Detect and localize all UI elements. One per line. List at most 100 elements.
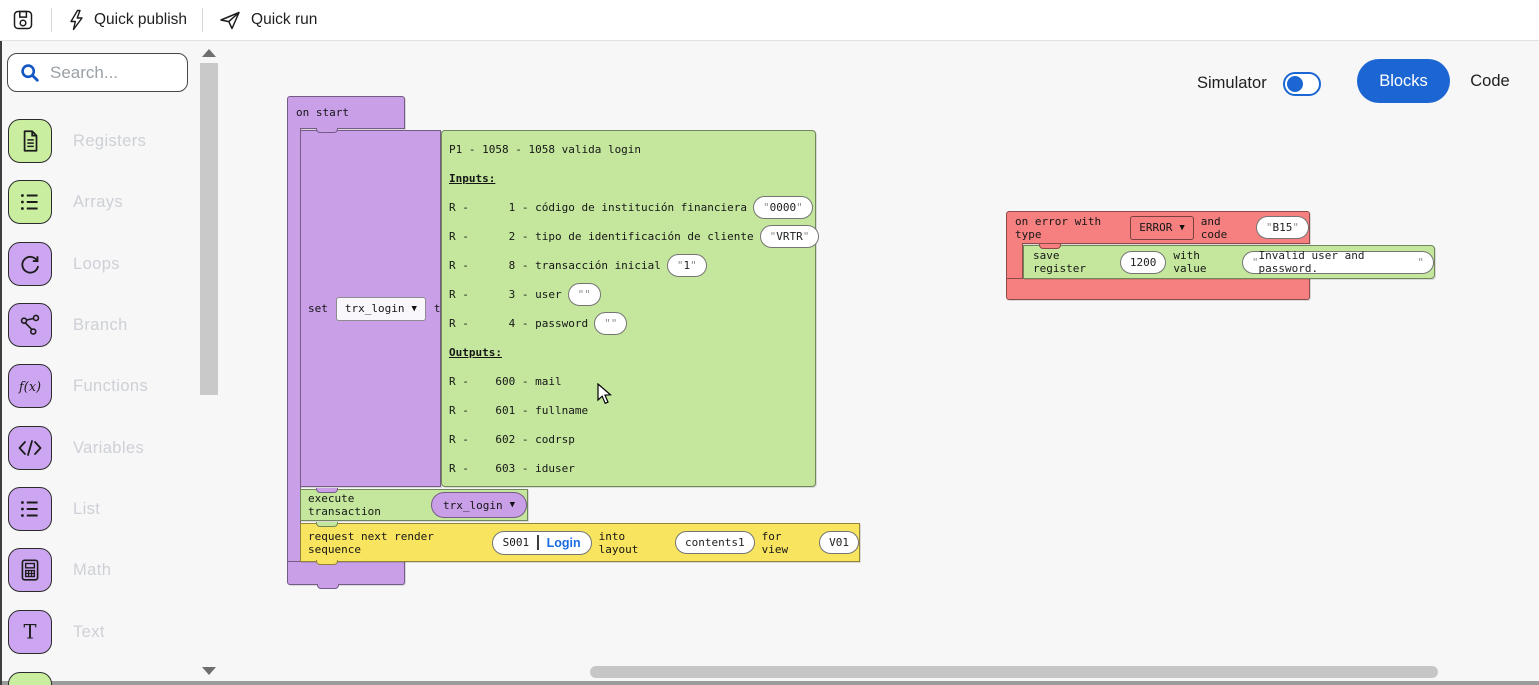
sequence-name: Login [547, 536, 581, 550]
sidebar-scroll-up-icon[interactable] [202, 49, 216, 57]
quick-publish-label: Quick publish [94, 11, 187, 29]
lightning-icon [67, 9, 85, 31]
on-error-block-spine[interactable] [1006, 243, 1023, 279]
sidebar-item-registers[interactable]: Registers [8, 119, 198, 163]
output-row: R - 600 - mail [449, 367, 815, 396]
quick-publish-button[interactable]: Quick publish [67, 9, 187, 31]
list-icon [17, 496, 43, 522]
sidebar-item-partial[interactable] [8, 672, 198, 685]
sidebar-item-label: Registers [73, 132, 146, 151]
input-value-pill[interactable]: VRTR [760, 225, 820, 248]
input-value-pill[interactable]: 1 [667, 254, 707, 277]
execute-transaction-label: execute transaction [308, 492, 423, 518]
register-value-pill[interactable]: Invalid user and password. [1242, 251, 1434, 274]
save-register-block[interactable]: save register 1200 with value Invalid us… [1023, 245, 1435, 279]
set-variable-value: trx_login [345, 302, 405, 315]
execute-transaction-dropdown[interactable]: trx_login ▼ [431, 492, 527, 518]
connector-tab [316, 488, 338, 493]
outputs-heading: Outputs: [449, 346, 502, 359]
canvas-horizontal-scrollbar[interactable] [590, 666, 1438, 678]
sidebar-item-variables[interactable]: Variables [8, 426, 198, 470]
execute-transaction-block[interactable]: execute transaction trx_login ▼ [300, 489, 528, 521]
input-row: R - 3 - user [449, 280, 815, 309]
input-value-pill[interactable] [568, 283, 601, 306]
request-render-block[interactable]: request next render sequence S001 Login … [300, 523, 860, 562]
set-keyword: set [308, 302, 328, 315]
top-toolbar: Quick publish Quick run [0, 0, 1539, 41]
register-number-pill[interactable]: 1200 [1120, 251, 1167, 274]
send-icon [218, 9, 242, 31]
output-row: R - 603 - iduser [449, 454, 815, 483]
error-type-dropdown[interactable]: ERROR ▼ [1130, 216, 1194, 240]
input-row: R - 8 - transacción inicial 1 [449, 251, 815, 280]
on-error-block[interactable]: on error with type ERROR ▼ and code B15 [1006, 211, 1310, 244]
sidebar-item-functions[interactable]: f(x) Functions [8, 364, 198, 408]
simulator-toggle[interactable] [1283, 72, 1321, 96]
set-variable-block[interactable]: set trx_login ▼ to [300, 130, 441, 487]
with-value-keyword: with value [1173, 249, 1234, 275]
sidebar-item-arrays[interactable]: Arrays [8, 180, 198, 224]
output-row: R - 601 - fullname [449, 396, 815, 425]
sidebar-item-math[interactable]: Math [8, 548, 198, 592]
list-icon [17, 189, 43, 215]
into-layout-keyword: into layout [599, 530, 668, 556]
document-icon [17, 128, 43, 154]
on-start-block-foot[interactable] [287, 561, 405, 585]
save-register-label: save register [1033, 249, 1113, 275]
connector-tab [316, 128, 338, 133]
window-bottom-edge [0, 681, 1539, 685]
sequence-pill[interactable]: S001 Login [492, 531, 592, 555]
sidebar-item-label: Loops [73, 255, 120, 274]
block-search[interactable] [7, 53, 188, 92]
search-icon [20, 63, 40, 83]
connector-tab [316, 560, 338, 565]
sidebar-item-label: List [73, 500, 100, 519]
dropdown-arrow-icon: ▼ [411, 304, 416, 314]
sidebar-item-loops[interactable]: Loops [8, 242, 198, 286]
sidebar-item-label: Functions [73, 377, 148, 396]
pill-divider [537, 535, 539, 550]
sidebar-scrollbar[interactable] [200, 63, 218, 395]
request-render-label: request next render sequence [308, 530, 485, 556]
and-code-keyword: and code [1201, 215, 1249, 241]
search-input[interactable] [50, 63, 165, 83]
sidebar-scroll-down-icon[interactable] [202, 667, 216, 675]
svg-text:f(x): f(x) [18, 380, 41, 395]
sidebar-item-text[interactable]: T Text [8, 610, 198, 654]
svg-text:T: T [23, 621, 36, 644]
input-value-pill[interactable] [594, 312, 627, 335]
execute-variable-value: trx_login [443, 499, 503, 512]
text-icon: T [17, 619, 43, 645]
save-button[interactable] [10, 7, 36, 33]
sidebar-item-label: Branch [73, 316, 128, 335]
toolbar-divider [51, 8, 52, 32]
transaction-descriptor-block[interactable]: P1 - 1058 - 1058 valida login Inputs: R … [441, 130, 816, 487]
on-error-label: on error with type [1015, 215, 1123, 241]
code-label: Code [1470, 72, 1509, 91]
code-tab-button[interactable]: Code [1466, 59, 1514, 103]
blocks-tab-button[interactable]: Blocks [1357, 59, 1450, 103]
calculator-icon [17, 557, 43, 583]
dropdown-arrow-icon: ▼ [1179, 223, 1184, 233]
layout-pill[interactable]: contents1 [675, 531, 755, 554]
input-value-pill[interactable]: 0000 [753, 196, 813, 219]
on-start-block-spine[interactable] [287, 128, 301, 562]
input-row: R - 2 - tipo de identificación de client… [449, 222, 815, 251]
toggle-knob [1287, 76, 1303, 92]
loop-icon [17, 251, 43, 277]
set-variable-dropdown[interactable]: trx_login ▼ [336, 297, 426, 321]
sequence-code: S001 [503, 536, 530, 549]
workspace-canvas[interactable]: on start set trx_login ▼ to P1 - 1058 - … [0, 0, 1539, 685]
view-pill[interactable]: V01 [819, 531, 859, 554]
on-start-block[interactable]: on start [287, 96, 405, 129]
on-start-label: on start [296, 106, 349, 119]
sidebar-item-list[interactable]: List [8, 487, 198, 531]
on-error-block-foot[interactable] [1006, 278, 1310, 300]
quick-run-button[interactable]: Quick run [218, 9, 317, 31]
sidebar-item-label: Arrays [73, 193, 123, 212]
function-icon: f(x) [15, 373, 45, 399]
sidebar-item-branch[interactable]: Branch [8, 303, 198, 347]
for-view-keyword: for view [762, 530, 812, 556]
connector-tab [1039, 244, 1061, 249]
error-code-pill[interactable]: B15 [1256, 216, 1309, 239]
